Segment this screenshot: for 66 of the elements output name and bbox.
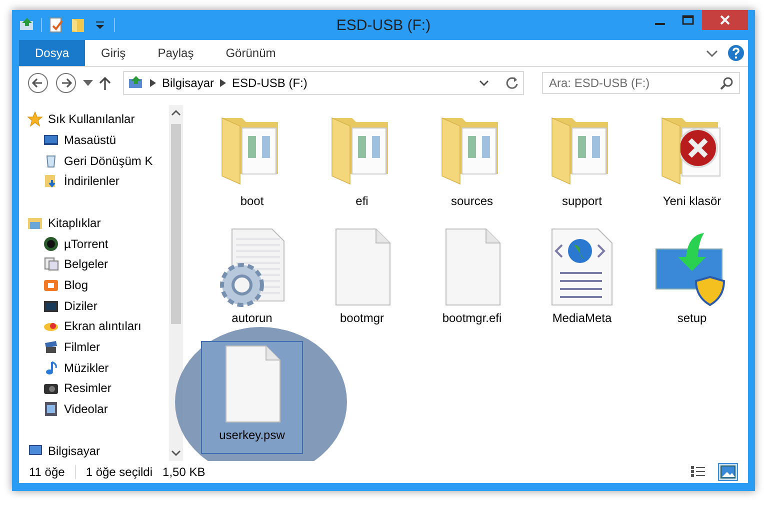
file-item[interactable]: setup	[641, 224, 743, 337]
drive-icon[interactable]	[19, 17, 35, 33]
sidebar-item[interactable]: Belgeler	[19, 254, 169, 275]
file-item[interactable]: boot	[201, 107, 303, 220]
window-title: ESD-USB (F:)	[336, 16, 431, 34]
search-icon	[720, 77, 733, 90]
sidebar-item[interactable]: Masaüstü	[19, 130, 169, 150]
ribbon-tab[interactable]: Giriş	[85, 40, 142, 66]
chevron-icon[interactable]	[220, 79, 226, 87]
search-field[interactable]: Ara: ESD-USB (F:)	[542, 72, 740, 94]
forward-button[interactable]	[55, 72, 77, 94]
scrollbar[interactable]	[169, 105, 183, 461]
sidebar-item[interactable]: Filmler	[19, 336, 169, 358]
item-count: 11 öğe	[29, 465, 65, 479]
sidebar-item[interactable]: Diziler	[19, 295, 169, 316]
star-icon	[27, 111, 43, 128]
sidebar-item[interactable]: Geri Dönüşüm K	[19, 150, 169, 172]
drive-icon	[128, 75, 144, 91]
ribbon-tab[interactable]: Dosya	[19, 40, 86, 66]
sidebar-item[interactable]: Müzikler	[19, 357, 169, 378]
help-icon[interactable]	[728, 45, 744, 61]
sidebar-item[interactable]: İndirilenler	[19, 171, 169, 192]
sidebar-item[interactable]: Resimler	[19, 378, 169, 399]
file-item[interactable]: sources	[421, 107, 523, 220]
minimize-icon	[655, 23, 666, 25]
close-button[interactable]	[702, 10, 748, 30]
maximize-icon	[682, 15, 694, 25]
file-item[interactable]: efi	[311, 107, 413, 220]
sidebar-item[interactable]: Blog	[19, 274, 169, 296]
close-icon	[720, 15, 730, 25]
selection-size: 1,50 KB	[162, 465, 206, 479]
breadcrumb[interactable]: Bilgisayar	[162, 76, 214, 90]
sidebar-item[interactable]: Videolar	[19, 398, 169, 420]
file-item[interactable]: bootmgr.efi	[421, 224, 523, 337]
desktop-icon	[43, 132, 59, 148]
dropdown-icon[interactable]	[479, 80, 489, 86]
file-item[interactable]: MediaMeta	[531, 224, 633, 337]
selection-count: 1 öğe seçildi	[86, 465, 153, 479]
sidebar-item[interactable]: µTorrent	[19, 233, 169, 254]
library-icon	[27, 215, 43, 232]
back-button[interactable]	[27, 72, 49, 94]
video-icon	[43, 401, 59, 418]
film-icon	[43, 339, 59, 356]
scroll-down-icon[interactable]	[171, 448, 181, 458]
docs-icon	[43, 256, 59, 272]
music-icon	[43, 360, 59, 376]
properties-icon[interactable]	[48, 17, 64, 33]
file-item[interactable]: userkey.psw	[201, 341, 303, 454]
ribbon-tab[interactable]: Görünüm	[210, 40, 292, 66]
scroll-up-icon[interactable]	[171, 108, 181, 118]
chevron-icon[interactable]	[150, 79, 156, 87]
large-icons-view-button[interactable]	[718, 463, 738, 481]
file-item[interactable]: support	[531, 107, 633, 220]
sidebar-group[interactable]: Bilgisayar	[19, 440, 169, 461]
up-arrow-icon[interactable]	[99, 76, 111, 90]
ribbon-tab[interactable]: Paylaş	[142, 40, 210, 66]
file-item[interactable]: Yeni klasör	[641, 107, 743, 220]
address-bar[interactable]: Bilgisayar ESD-USB (F:)	[123, 71, 524, 95]
history-dropdown-icon[interactable]	[83, 80, 93, 86]
refresh-icon[interactable]	[505, 76, 519, 90]
sidebar-group[interactable]: Sık Kullanılanlar	[19, 109, 169, 130]
file-item[interactable]: autorun	[201, 224, 303, 337]
sidebar-item[interactable]: Ekran alıntıları	[19, 316, 169, 337]
file-item[interactable]: bootmgr	[311, 224, 413, 337]
sidebar-group[interactable]: Kitaplıklar	[19, 212, 169, 234]
breadcrumb[interactable]: ESD-USB (F:)	[232, 76, 308, 90]
